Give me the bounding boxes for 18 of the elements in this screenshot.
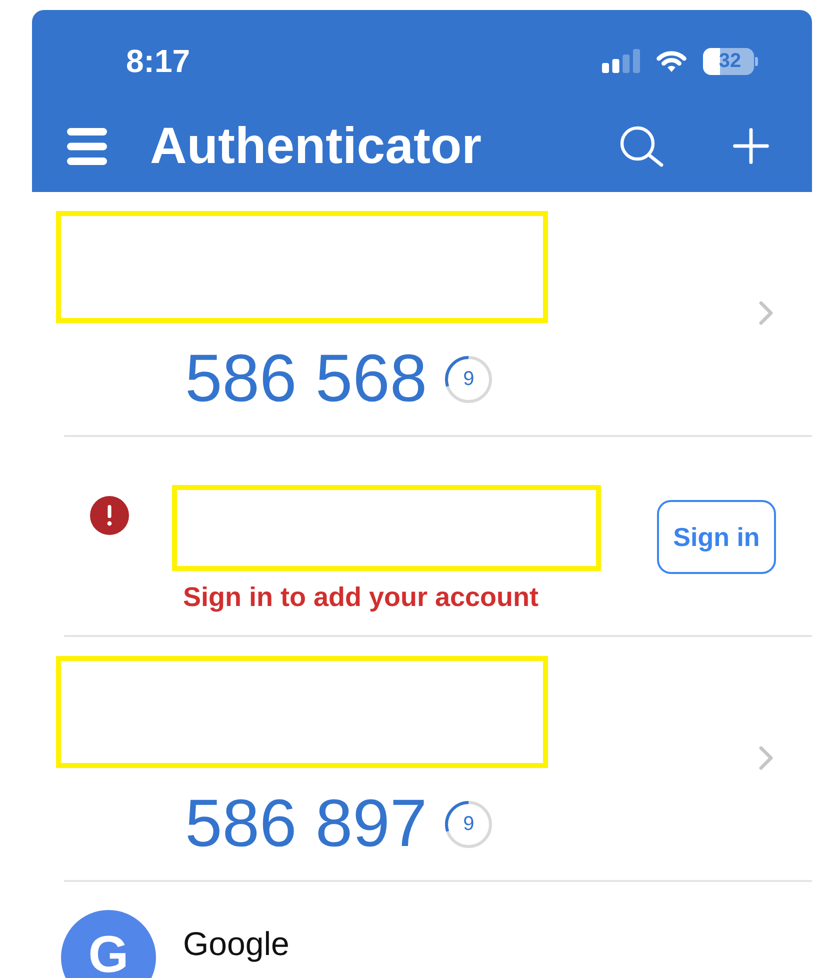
avatar: G bbox=[61, 910, 156, 978]
search-icon[interactable] bbox=[620, 126, 664, 166]
alert-icon bbox=[90, 496, 129, 535]
plus-icon[interactable] bbox=[733, 128, 769, 164]
chevron-icon bbox=[759, 746, 773, 770]
verification-code: 586 568 bbox=[185, 344, 428, 414]
countdown-seconds: 9 bbox=[463, 813, 474, 835]
countdown-seconds: 9 bbox=[463, 368, 474, 390]
wifi-icon bbox=[655, 49, 688, 73]
chevron-icon bbox=[759, 301, 773, 325]
verification-code: 586 897 bbox=[185, 789, 428, 859]
status-time: 8:17 bbox=[126, 43, 190, 79]
sign-in-button[interactable]: Sign in bbox=[657, 500, 776, 574]
menu-icon[interactable] bbox=[67, 128, 107, 164]
signal-icon bbox=[602, 49, 640, 73]
sign-in-message: Sign in to add your account bbox=[183, 582, 540, 612]
account-name: Google bbox=[183, 924, 290, 964]
app-title: Authenticator bbox=[150, 118, 482, 174]
